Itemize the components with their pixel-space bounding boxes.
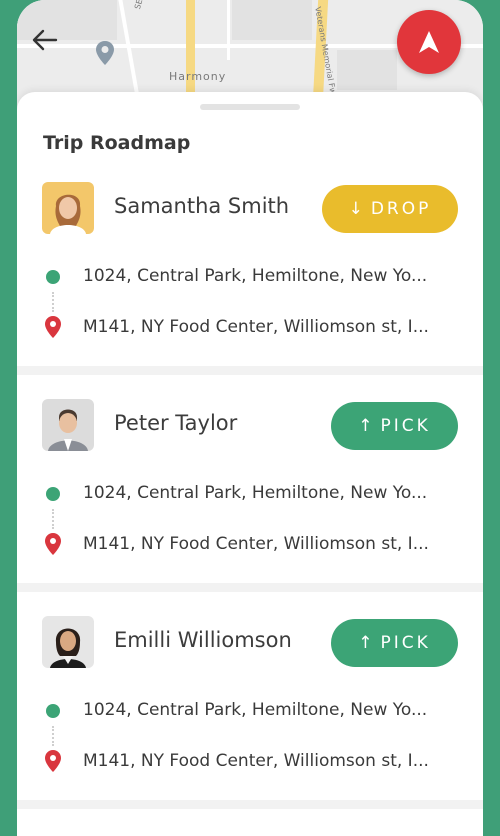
pickup-dot-icon: [46, 487, 60, 501]
pickup-address: 1024, Central Park, Hemiltone, New Yo...: [83, 700, 428, 720]
dropoff-address: M141, NY Food Center, Williomson st, I..…: [83, 317, 429, 337]
drag-handle[interactable]: [200, 104, 300, 110]
phone-screen: SE Fuller Rd Veterans Memorial Fwy Harmo…: [17, 0, 483, 836]
card-divider: [17, 800, 483, 809]
location-pin-icon: [45, 750, 61, 772]
passenger-name: Samantha Smith: [114, 194, 290, 218]
dropoff-row: M141, NY Food Center, Williomson st, I..…: [17, 747, 483, 777]
pickup-dot-icon: [46, 270, 60, 284]
drop-button-label: DROP: [370, 199, 432, 219]
trip-card[interactable]: Emilli Williomson ↑ PICK 1024, Central P…: [17, 616, 483, 800]
pick-button-label: PICK: [380, 416, 431, 436]
back-button[interactable]: [27, 22, 63, 58]
drop-button[interactable]: ↓ DROP: [322, 185, 458, 233]
avatar: [42, 399, 94, 451]
pickup-row: 1024, Central Park, Hemiltone, New Yo...: [17, 696, 483, 746]
pickup-row: 1024, Central Park, Hemiltone, New Yo...: [17, 262, 483, 312]
route-connector: [52, 509, 54, 529]
pick-button-label: PICK: [380, 633, 431, 653]
arrow-up-icon: ↑: [358, 416, 373, 436]
pickup-row: 1024, Central Park, Hemiltone, New Yo...: [17, 479, 483, 529]
pick-button[interactable]: ↑ PICK: [331, 619, 458, 667]
pick-button[interactable]: ↑ PICK: [331, 402, 458, 450]
avatar: [42, 182, 94, 234]
dropoff-address: M141, NY Food Center, Williomson st, I..…: [83, 534, 429, 554]
passenger-name: Peter Taylor: [114, 411, 238, 435]
trip-roadmap-sheet: Trip Roadmap Samantha Smith ↓ DROP 1024,…: [17, 92, 483, 836]
dropoff-address: M141, NY Food Center, Williomson st, I..…: [83, 751, 429, 771]
location-pin-icon: [45, 316, 61, 338]
navigation-arrow-icon: [419, 31, 439, 53]
trip-card[interactable]: Peter Taylor ↑ PICK 1024, Central Park, …: [17, 399, 483, 583]
arrow-left-icon: [32, 29, 58, 51]
map-place-label: Harmony: [169, 70, 227, 83]
arrow-up-icon: ↑: [358, 633, 373, 653]
pickup-dot-icon: [46, 704, 60, 718]
avatar: [42, 616, 94, 668]
navigate-button[interactable]: [397, 10, 461, 74]
arrow-down-icon: ↓: [348, 199, 363, 219]
sheet-title: Trip Roadmap: [43, 132, 191, 154]
trip-card[interactable]: Samantha Smith ↓ DROP 1024, Central Park…: [17, 182, 483, 366]
location-pin-icon: [45, 533, 61, 555]
passenger-name: Emilli Williomson: [114, 628, 292, 652]
card-divider: [17, 366, 483, 375]
route-connector: [52, 726, 54, 746]
map-street-label: SE Fuller Rd: [133, 0, 154, 10]
pickup-address: 1024, Central Park, Hemiltone, New Yo...: [83, 266, 428, 286]
dropoff-row: M141, NY Food Center, Williomson st, I..…: [17, 530, 483, 560]
route-connector: [52, 292, 54, 312]
map-pin-icon: [96, 41, 114, 65]
pickup-address: 1024, Central Park, Hemiltone, New Yo...: [83, 483, 428, 503]
dropoff-row: M141, NY Food Center, Williomson st, I..…: [17, 313, 483, 343]
card-divider: [17, 583, 483, 592]
